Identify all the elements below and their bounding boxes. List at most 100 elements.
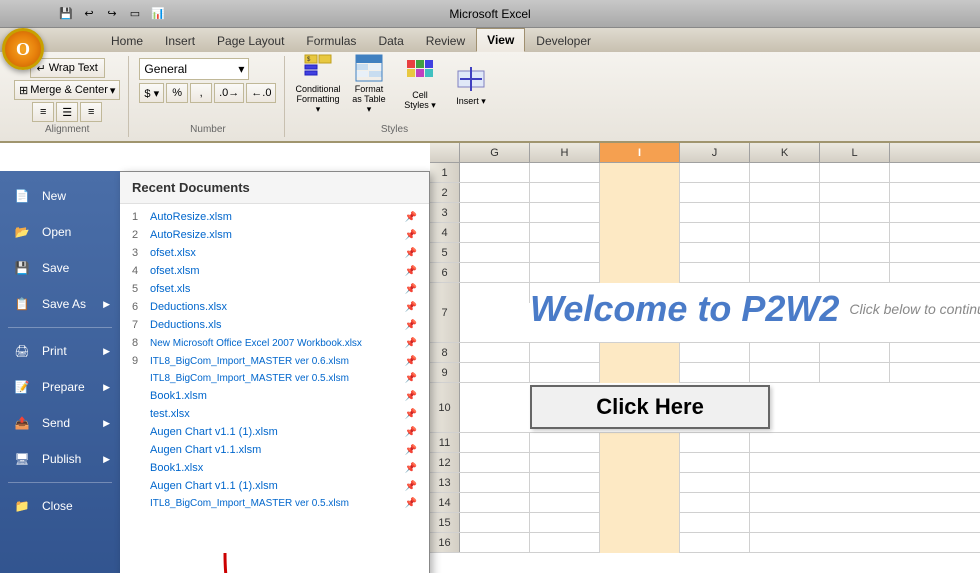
tab-insert[interactable]: Insert [154, 28, 206, 52]
cell-I6[interactable] [600, 263, 680, 283]
conditional-formatting-button[interactable]: $ ConditionalFormatting ▾ [295, 58, 340, 110]
recent-doc-1[interactable]: 1 AutoResize.xlsm 📌 [120, 208, 429, 226]
redo-qat-button[interactable]: ↪ [102, 4, 122, 24]
cell-I15[interactable] [600, 513, 680, 533]
cell-G12[interactable] [460, 453, 530, 473]
cell-H3[interactable] [530, 203, 600, 223]
cell-J6[interactable] [680, 263, 750, 283]
cell-H9[interactable] [530, 363, 600, 383]
increase-decimal-button[interactable]: .0→ [214, 83, 244, 103]
cell-H13[interactable] [530, 473, 600, 493]
cell-H4[interactable] [530, 223, 600, 243]
cell-K9[interactable] [750, 363, 820, 383]
cell-H14[interactable] [530, 493, 600, 513]
cell-L3[interactable] [820, 203, 890, 223]
cell-J1[interactable] [680, 163, 750, 183]
office-button[interactable]: O [2, 28, 44, 70]
cell-J12[interactable] [680, 453, 750, 473]
tab-data[interactable]: Data [367, 28, 414, 52]
recent-doc-14[interactable]: Augen Chart v1.1.xlsm 📌 [120, 441, 429, 459]
tab-review[interactable]: Review [415, 28, 476, 52]
cell-I3[interactable] [600, 203, 680, 223]
cell-I14[interactable] [600, 493, 680, 513]
cell-K8[interactable] [750, 343, 820, 363]
cell-J2[interactable] [680, 183, 750, 203]
tab-formulas[interactable]: Formulas [295, 28, 367, 52]
cell-G6[interactable] [460, 263, 530, 283]
format-as-table-button[interactable]: Formatas Table ▾ [346, 58, 391, 110]
cell-I11[interactable] [600, 433, 680, 453]
tab-developer[interactable]: Developer [525, 28, 602, 52]
cell-H11[interactable] [530, 433, 600, 453]
align-left-button[interactable]: ≡ [32, 102, 54, 122]
cell-K3[interactable] [750, 203, 820, 223]
recent-doc-7[interactable]: 7 Deductions.xls 📌 [120, 316, 429, 334]
cell-L2[interactable] [820, 183, 890, 203]
recent-doc-6[interactable]: 6 Deductions.xlsx 📌 [120, 298, 429, 316]
number-format-box[interactable]: General ▾ [139, 58, 249, 80]
undo-qat-button[interactable]: ↩ [79, 4, 99, 24]
cell-I5[interactable] [600, 243, 680, 263]
menu-item-new[interactable]: 📄 New [0, 179, 120, 213]
cell-H6[interactable] [530, 263, 600, 283]
group-qat-button[interactable]: ▭ [125, 4, 145, 24]
cell-I12[interactable] [600, 453, 680, 473]
cell-I1[interactable] [600, 163, 680, 183]
cell-styles-button[interactable]: Cell Styles ▾ [397, 58, 442, 110]
cell-H12[interactable] [530, 453, 600, 473]
menu-item-prepare[interactable]: 📝 Prepare ▶ [0, 370, 120, 404]
cell-K2[interactable] [750, 183, 820, 203]
cell-J13[interactable] [680, 473, 750, 493]
cell-J5[interactable] [680, 243, 750, 263]
recent-doc-5[interactable]: 5 ofset.xls 📌 [120, 280, 429, 298]
wrap-text-button[interactable]: ↵ Wrap Text [30, 58, 105, 78]
cell-L9[interactable] [820, 363, 890, 383]
recent-doc-13[interactable]: Augen Chart v1.1 (1).xlsm 📌 [120, 423, 429, 441]
recent-doc-11[interactable]: Book1.xlsm 📌 [120, 387, 429, 405]
cell-L6[interactable] [820, 263, 890, 283]
cell-L1[interactable] [820, 163, 890, 183]
tab-view[interactable]: View [476, 28, 525, 52]
currency-button[interactable]: $ ▾ [139, 83, 164, 103]
cell-G16[interactable] [460, 533, 530, 553]
recent-doc-16[interactable]: Augen Chart v1.1 (1).xlsm 📌 [120, 477, 429, 495]
percent-button[interactable]: % [166, 83, 188, 103]
cell-I4[interactable] [600, 223, 680, 243]
cell-I8[interactable] [600, 343, 680, 363]
cell-G5[interactable] [460, 243, 530, 263]
cell-H15[interactable] [530, 513, 600, 533]
tab-pagelayout[interactable]: Page Layout [206, 28, 295, 52]
recent-doc-12[interactable]: test.xlsx 📌 [120, 405, 429, 423]
click-here-button[interactable]: Click Here [530, 385, 770, 429]
cell-J9[interactable] [680, 363, 750, 383]
cell-G9[interactable] [460, 363, 530, 383]
cell-I9[interactable] [600, 363, 680, 383]
recent-doc-15[interactable]: Book1.xlsx 📌 [120, 459, 429, 477]
menu-item-open[interactable]: 📂 Open [0, 215, 120, 249]
cell-H5[interactable] [530, 243, 600, 263]
recent-doc-2[interactable]: 2 AutoResize.xlsm 📌 [120, 226, 429, 244]
save-qat-button[interactable]: 💾 [56, 4, 76, 24]
chart-qat-button[interactable]: 📊 [148, 4, 168, 24]
cell-G14[interactable] [460, 493, 530, 513]
cell-K1[interactable] [750, 163, 820, 183]
cell-J4[interactable] [680, 223, 750, 243]
comma-button[interactable]: , [190, 83, 212, 103]
cell-K4[interactable] [750, 223, 820, 243]
cell-J8[interactable] [680, 343, 750, 363]
cell-G11[interactable] [460, 433, 530, 453]
cell-G2[interactable] [460, 183, 530, 203]
menu-item-saveas[interactable]: 📋 Save As ▶ [0, 287, 120, 321]
menu-item-close[interactable]: 📁 Close [0, 489, 120, 523]
tab-home[interactable]: Home [100, 28, 154, 52]
cell-G4[interactable] [460, 223, 530, 243]
recent-doc-3[interactable]: 3 ofset.xlsx 📌 [120, 244, 429, 262]
cell-J16[interactable] [680, 533, 750, 553]
menu-item-save[interactable]: 💾 Save [0, 251, 120, 285]
cell-G1[interactable] [460, 163, 530, 183]
merge-center-button[interactable]: ⊞ Merge & Center ▾ [14, 80, 120, 100]
cell-L8[interactable] [820, 343, 890, 363]
insert-button[interactable]: Insert ▾ [448, 58, 493, 110]
cell-K5[interactable] [750, 243, 820, 263]
recent-doc-10[interactable]: ITL8_BigCom_Import_MASTER ver 0.5.xlsm 📌 [120, 370, 429, 387]
